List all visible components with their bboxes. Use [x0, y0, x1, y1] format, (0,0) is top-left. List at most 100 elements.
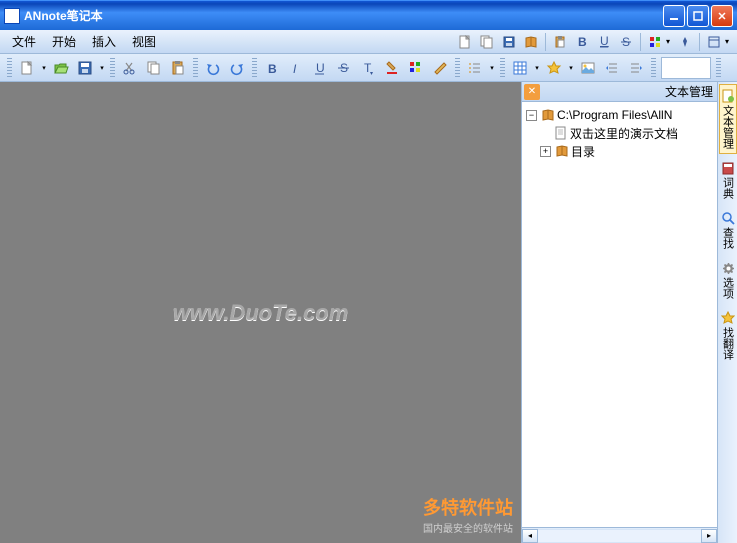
image-button[interactable] [577, 57, 599, 79]
book-icon[interactable] [522, 33, 540, 51]
separator [640, 33, 641, 51]
toolbar-grip[interactable] [455, 58, 460, 78]
document-icon [721, 89, 735, 103]
vtab-label: 文本管理 [720, 105, 736, 149]
dropdown-arrow-icon[interactable]: ▾ [487, 57, 497, 79]
scroll-left-icon[interactable]: ◂ [522, 529, 538, 543]
bold-icon[interactable]: B [573, 33, 591, 51]
toolbar-grip[interactable] [193, 58, 198, 78]
menu-insert[interactable]: 插入 [84, 31, 124, 52]
dropdown-arrow-icon[interactable]: ▾ [39, 57, 49, 79]
window-title: ANnote笔记本 [24, 7, 661, 24]
list-button[interactable] [464, 57, 486, 79]
tree-demo-row[interactable]: 双击这里的演示文档 [524, 124, 715, 142]
close-button[interactable] [711, 5, 733, 27]
scroll-right-icon[interactable]: ▸ [701, 529, 717, 543]
italic-button[interactable]: I [285, 57, 307, 79]
dropdown-arrow-icon[interactable]: ▾ [725, 37, 733, 46]
bold-button[interactable]: B [261, 57, 283, 79]
favorite-button[interactable] [543, 57, 565, 79]
copy-button[interactable] [143, 57, 165, 79]
vtab-text-manage[interactable]: 文本管理 [719, 84, 737, 154]
indent-right-button[interactable] [625, 57, 647, 79]
search-icon [721, 211, 735, 225]
menu-bar: 文件 开始 插入 视图 B U S ▾ ▾ [0, 30, 737, 54]
side-panel-header: ✕ 文本管理 [522, 82, 717, 102]
indent-left-button[interactable] [601, 57, 623, 79]
new-doc-icon[interactable] [456, 33, 474, 51]
vtab-translate[interactable]: 找翻译 [719, 306, 737, 365]
undo-button[interactable] [202, 57, 224, 79]
redo-button[interactable] [226, 57, 248, 79]
save-button[interactable] [74, 57, 96, 79]
toolbar-combo[interactable] [661, 57, 711, 79]
minimize-button[interactable] [663, 5, 685, 27]
highlight-button[interactable] [405, 57, 427, 79]
toolbar-grip[interactable] [252, 58, 257, 78]
strike-icon[interactable]: S [617, 33, 635, 51]
watermark-text: www.DuoTe.com [173, 300, 349, 326]
vtab-label: 选项 [720, 277, 736, 299]
paste-icon[interactable] [551, 33, 569, 51]
side-panel: ✕ 文本管理 − C:\Program Files\AllN 双击这里的演示文档… [521, 82, 717, 543]
expand-icon[interactable]: + [540, 146, 551, 157]
app-icon [4, 8, 20, 24]
promo-brand: 多特软件站 [423, 494, 513, 520]
svg-text:B: B [268, 62, 277, 76]
menu-start[interactable]: 开始 [44, 31, 84, 52]
gear-icon [721, 261, 735, 275]
menu-view[interactable]: 视图 [124, 31, 164, 52]
side-panel-close-button[interactable]: ✕ [524, 84, 540, 100]
vtab-dictionary[interactable]: 词典 [719, 156, 737, 204]
toolbar-grip[interactable] [110, 58, 115, 78]
dictionary-icon [721, 161, 735, 175]
tree-folder-label: 目录 [571, 143, 595, 160]
toolbar-grip[interactable] [716, 58, 721, 78]
dropdown-arrow-icon[interactable]: ▾ [666, 37, 674, 46]
paste-button[interactable] [167, 57, 189, 79]
collapse-icon[interactable]: − [526, 110, 537, 121]
copy-icon[interactable] [478, 33, 496, 51]
promo-subtitle: 国内最安全的软件站 [423, 520, 513, 535]
strikethrough-button[interactable]: S [333, 57, 355, 79]
save-icon[interactable] [500, 33, 518, 51]
brush-button[interactable] [429, 57, 451, 79]
pin-icon[interactable] [676, 33, 694, 51]
side-scrollbar[interactable]: ◂ ▸ [522, 527, 717, 543]
vtab-label: 找翻译 [720, 327, 736, 360]
vtab-options[interactable]: 选项 [719, 256, 737, 304]
maximize-button[interactable] [687, 5, 709, 27]
font-color-button[interactable] [381, 57, 403, 79]
dropdown-arrow-icon[interactable]: ▾ [566, 57, 576, 79]
toolbar-grip[interactable] [500, 58, 505, 78]
svg-text:U: U [600, 35, 609, 48]
tree-root-label: C:\Program Files\AllN [557, 108, 672, 122]
menu-file[interactable]: 文件 [4, 31, 44, 52]
svg-text:B: B [578, 35, 587, 49]
underline-icon[interactable]: U [595, 33, 613, 51]
svg-text:I: I [293, 62, 297, 76]
cut-button[interactable] [119, 57, 141, 79]
underline-button[interactable]: U [309, 57, 331, 79]
table-button[interactable] [509, 57, 531, 79]
dropdown-arrow-icon[interactable]: ▾ [97, 57, 107, 79]
toolbar-grip[interactable] [651, 58, 656, 78]
tree-view[interactable]: − C:\Program Files\AllN 双击这里的演示文档 + 目录 [522, 102, 717, 527]
separator [699, 33, 700, 51]
text-button[interactable]: T [357, 57, 379, 79]
color-icon[interactable] [646, 33, 664, 51]
toolbar-grip[interactable] [7, 58, 12, 78]
window-icon[interactable] [705, 33, 723, 51]
scroll-track[interactable] [538, 529, 701, 543]
document-icon [554, 126, 568, 140]
open-button[interactable] [50, 57, 72, 79]
main-area: www.DuoTe.com 多特软件站 国内最安全的软件站 ✕ 文本管理 − C… [0, 82, 737, 543]
dropdown-arrow-icon[interactable]: ▾ [532, 57, 542, 79]
vtab-label: 词典 [720, 177, 736, 199]
separator [545, 33, 546, 51]
book-icon [555, 144, 569, 158]
vtab-search[interactable]: 查找 [719, 206, 737, 254]
tree-root-row[interactable]: − C:\Program Files\AllN [524, 106, 715, 124]
new-button[interactable] [16, 57, 38, 79]
tree-folder-row[interactable]: + 目录 [524, 142, 715, 160]
